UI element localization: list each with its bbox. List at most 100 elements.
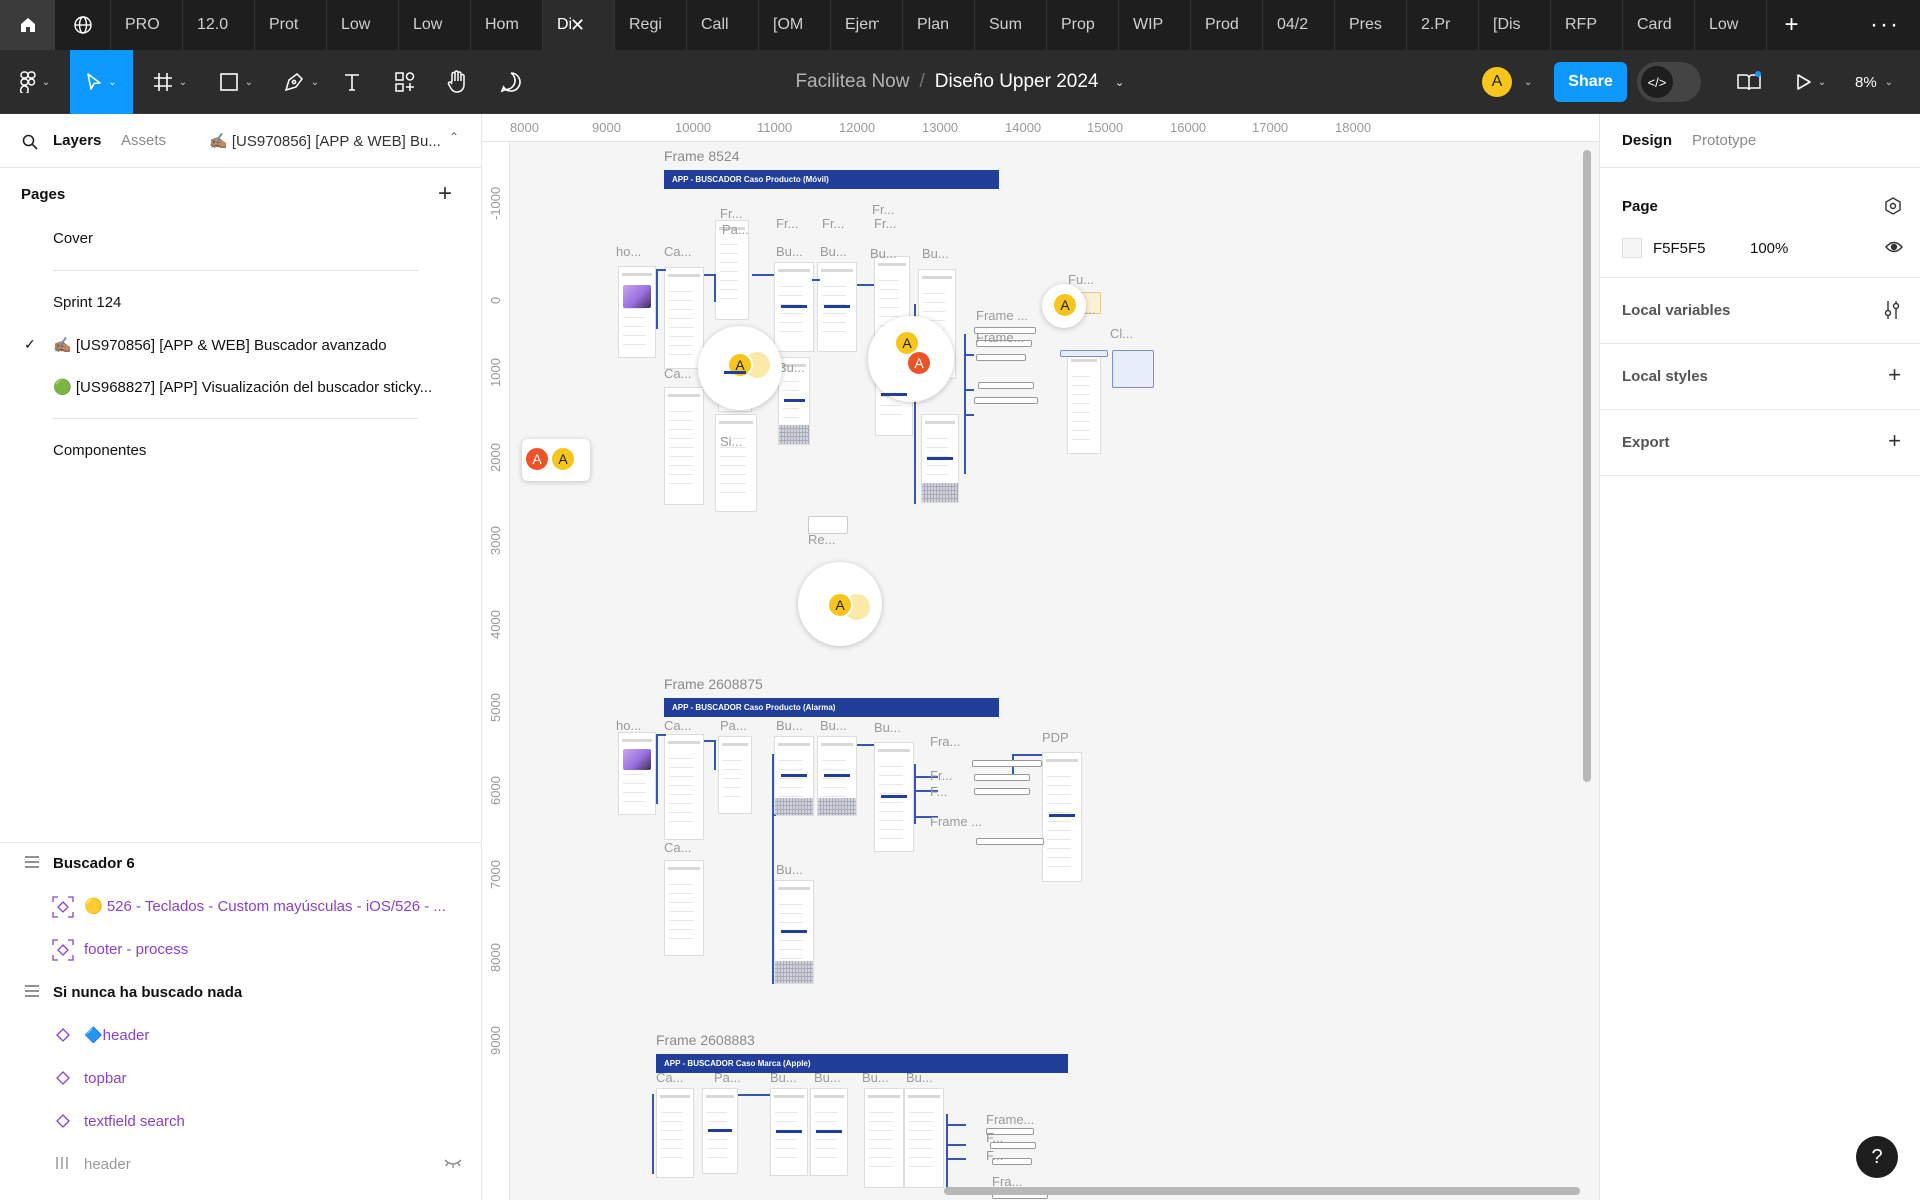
frame-thumbnail-label[interactable]: Pa... bbox=[722, 222, 749, 237]
file-tab[interactable]: [Dis bbox=[1478, 0, 1550, 50]
add-icon[interactable]: + bbox=[1888, 428, 1901, 454]
frame-thumbnail-label[interactable]: Ca... bbox=[664, 840, 691, 855]
file-tab[interactable]: Sum bbox=[974, 0, 1046, 50]
page-selector[interactable]: ✍🏽 [US970856] [APP & WEB] Bu... bbox=[209, 132, 441, 150]
frame-thumbnail-label[interactable]: Bu... bbox=[870, 246, 897, 261]
file-name[interactable]: Diseño Upper 2024 bbox=[935, 71, 1099, 93]
frame-thumbnail-label[interactable]: Bu... bbox=[862, 1070, 889, 1085]
frame-thumbnail-label[interactable]: Fr... bbox=[776, 216, 798, 231]
add-icon[interactable]: + bbox=[1888, 362, 1901, 388]
frame-thumbnail-label[interactable]: Bu... bbox=[820, 244, 847, 259]
file-tab[interactable]: 2.Pr bbox=[1406, 0, 1478, 50]
frame-thumbnail-label[interactable]: Ca... bbox=[664, 718, 691, 733]
text-tool[interactable] bbox=[335, 50, 369, 114]
file-tab[interactable]: Ejem bbox=[830, 0, 902, 50]
eye-icon[interactable] bbox=[1885, 240, 1903, 259]
library-button[interactable] bbox=[1728, 50, 1770, 114]
screen-thumbnail[interactable] bbox=[718, 736, 752, 814]
frame-thumbnail-label[interactable]: Frame ... bbox=[930, 814, 982, 829]
file-tab[interactable]: Plan bbox=[902, 0, 974, 50]
frame-thumbnail-label[interactable]: Frame... bbox=[986, 1112, 1034, 1127]
screen-thumbnail[interactable] bbox=[904, 1088, 944, 1188]
local-variables-section[interactable]: Local variables bbox=[1600, 278, 1920, 344]
frame-label[interactable]: Frame 2608875 bbox=[664, 676, 763, 692]
file-tab[interactable]: Prot bbox=[254, 0, 326, 50]
screen-thumbnail[interactable] bbox=[664, 387, 704, 505]
file-tab[interactable]: PRO bbox=[110, 0, 182, 50]
frame-thumbnail-label[interactable]: Bu... bbox=[820, 718, 847, 733]
frame-tool[interactable]: ⌄ bbox=[140, 50, 200, 114]
file-tab[interactable]: Regi bbox=[614, 0, 686, 50]
file-tab[interactable]: Prod bbox=[1190, 0, 1262, 50]
frame-thumbnail-label[interactable]: Bu... bbox=[778, 360, 805, 375]
local-styles-section[interactable]: Local styles + bbox=[1600, 344, 1920, 410]
screen-thumbnail[interactable] bbox=[664, 860, 704, 956]
screen-thumbnail[interactable] bbox=[664, 267, 704, 369]
tab-layers[interactable]: Layers bbox=[53, 132, 101, 149]
annotation-note[interactable] bbox=[978, 382, 1034, 389]
variables-sliders-icon[interactable] bbox=[1883, 300, 1901, 325]
frame-thumbnail-label[interactable]: PDP bbox=[1042, 730, 1069, 745]
screen-thumbnail[interactable] bbox=[1067, 352, 1101, 454]
screen-thumbnail[interactable] bbox=[664, 734, 704, 840]
screen-thumbnail[interactable] bbox=[810, 1088, 848, 1176]
annotation-note[interactable] bbox=[974, 774, 1030, 781]
annotation-note[interactable] bbox=[972, 760, 1042, 767]
screen-thumbnail[interactable] bbox=[874, 742, 914, 852]
layer-row[interactable]: Si nunca ha buscado nada bbox=[0, 972, 482, 1012]
screen-thumbnail[interactable] bbox=[774, 736, 814, 816]
file-tab[interactable]: 12.0 bbox=[182, 0, 254, 50]
page-item-buscador-sticky[interactable]: 🟢 [US968827] [APP] Visualización del bus… bbox=[53, 378, 432, 396]
file-tab[interactable]: 04/2 bbox=[1262, 0, 1334, 50]
frame-thumbnail-label[interactable]: Bu... bbox=[776, 862, 803, 877]
annotation-note[interactable] bbox=[976, 838, 1044, 845]
zoom-menu[interactable]: 8% ⌄ bbox=[1855, 50, 1893, 114]
screen-thumbnail[interactable] bbox=[921, 414, 959, 503]
annotation-note[interactable] bbox=[976, 354, 1026, 361]
close-icon[interactable]: ✕ bbox=[570, 15, 604, 36]
frame-thumbnail-label[interactable]: Fr... bbox=[930, 768, 952, 783]
frame-thumbnail-label[interactable]: Ca... bbox=[656, 1070, 683, 1085]
background-color-hex[interactable]: F5F5F5 bbox=[1653, 240, 1706, 257]
frame-thumbnail-label[interactable]: Bu... bbox=[776, 718, 803, 733]
frame-thumbnail-label[interactable]: Bu... bbox=[922, 246, 949, 261]
frame-thumbnail-label[interactable]: Cl... bbox=[1110, 326, 1133, 341]
frame-thumbnail-label[interactable]: F... bbox=[986, 1148, 1003, 1163]
screen-thumbnail[interactable] bbox=[817, 736, 857, 816]
design-canvas[interactable]: 8000 9000 10000 11000 12000 13000 14000 15000 16… bbox=[482, 114, 1599, 1200]
file-tab[interactable]: Card bbox=[1622, 0, 1694, 50]
tab-design[interactable]: Design bbox=[1622, 132, 1672, 149]
export-section[interactable]: Export + bbox=[1600, 410, 1920, 476]
screen-thumbnail[interactable] bbox=[702, 1088, 738, 1174]
page-item-cover[interactable]: Cover bbox=[53, 230, 93, 247]
file-tab[interactable]: Hom bbox=[470, 0, 542, 50]
background-opacity[interactable]: 100% bbox=[1750, 240, 1788, 257]
file-tab[interactable]: Low bbox=[326, 0, 398, 50]
annotation-note[interactable] bbox=[974, 397, 1038, 404]
present-button[interactable]: ⌄ bbox=[1786, 50, 1836, 114]
frame-thumbnail-label[interactable]: Si... bbox=[720, 434, 742, 449]
shape-tool[interactable]: ⌄ bbox=[205, 50, 267, 114]
frame-thumbnail-label[interactable]: Fr... bbox=[822, 216, 844, 231]
screen-thumbnail[interactable] bbox=[770, 1088, 808, 1176]
frame-thumbnail-label[interactable]: ho... bbox=[616, 718, 641, 733]
layer-row[interactable]: Buscador 6 bbox=[0, 843, 482, 883]
frame-thumbnail-label[interactable]: Fra... bbox=[930, 734, 960, 749]
frame-thumbnail-label[interactable]: Bu... bbox=[814, 1070, 841, 1085]
frame-thumbnail-label[interactable]: F... bbox=[930, 784, 947, 799]
more-menu-icon[interactable]: ··· bbox=[1850, 0, 1920, 50]
chevron-down-icon[interactable]: ⌄ bbox=[1114, 75, 1124, 89]
file-tab[interactable]: WIP bbox=[1118, 0, 1190, 50]
resources-tool[interactable] bbox=[388, 50, 422, 114]
annotation-note[interactable] bbox=[974, 788, 1030, 795]
screen-thumbnail[interactable] bbox=[774, 262, 814, 352]
frame-thumbnail-label[interactable]: Frame... bbox=[976, 330, 1024, 345]
tab-assets[interactable]: Assets bbox=[121, 132, 166, 149]
file-tab[interactable]: Prop bbox=[1046, 0, 1118, 50]
home-icon[interactable] bbox=[0, 0, 55, 50]
screen-thumbnail[interactable] bbox=[817, 262, 857, 352]
layer-row[interactable]: footer - process bbox=[0, 929, 482, 969]
hand-tool[interactable] bbox=[440, 50, 474, 114]
horizontal-scrollbar[interactable] bbox=[944, 1187, 1580, 1195]
layer-row[interactable]: 🔷header bbox=[0, 1015, 482, 1055]
